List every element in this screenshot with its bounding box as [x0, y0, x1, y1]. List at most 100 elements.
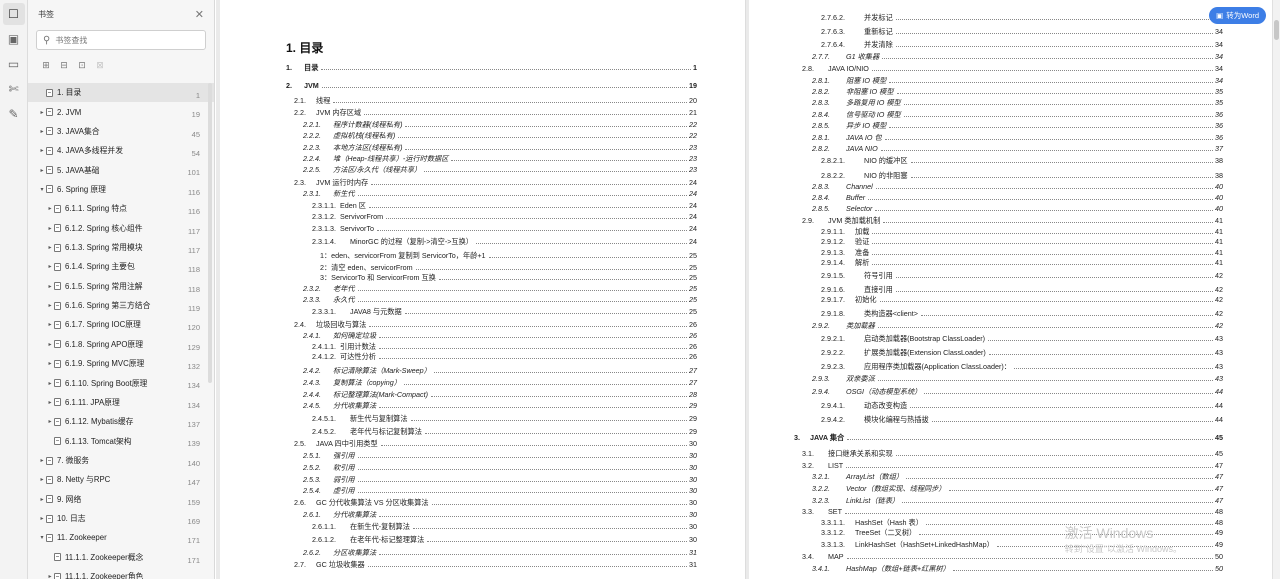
- toc-entry[interactable]: 3：ServicorTo 和 ServicorFrom 互换 25: [320, 272, 697, 282]
- toc-entry[interactable]: 2.8.2. JAVA NIO 37: [812, 143, 1223, 153]
- bookmark-item[interactable]: ▸ 6.1.7. Spring IOC原理 120: [28, 315, 214, 334]
- toc-entry[interactable]: 2.9.2. 类加载器 42: [812, 320, 1223, 330]
- expand-arrow-icon[interactable]: ▸: [38, 496, 46, 503]
- bookmark-item[interactable]: ▸ 6.1.4. Spring 主要包 118: [28, 257, 214, 276]
- toc-entry[interactable]: 2.5.2. 软引用 30: [303, 462, 697, 472]
- scrollbar-thumb[interactable]: [1274, 20, 1279, 40]
- toc-entry[interactable]: 2.4.3. 复制算法（copying） 27: [303, 377, 697, 387]
- toc-entry[interactable]: 2.3.3. 永久代 25: [303, 294, 697, 304]
- bookmark-item[interactable]: ▸ 11.1.1. Zookeeper角色: [28, 567, 214, 579]
- toc-entry[interactable]: 2.2.2. 虚拟机栈(线程私有) 22: [303, 130, 697, 140]
- toc-entry[interactable]: 2.9.1.3. 准备 41: [821, 247, 1223, 257]
- toc-entry[interactable]: 2.8. JAVA IO/NIO 34: [802, 63, 1223, 73]
- toc-entry[interactable]: 2.5.1. 强引用 30: [303, 450, 697, 460]
- bookmark-item[interactable]: ▸ 6.1.2. Spring 核心组件 117: [28, 219, 214, 238]
- toc-entry[interactable]: 2.8.3. 多路复用 IO 模型 35: [812, 97, 1223, 107]
- bookmark-item[interactable]: ▸ 4. JAVA多线程并发 54: [28, 141, 214, 160]
- toc-entry[interactable]: 2.8.1. JAVA IO 包 36: [812, 132, 1223, 142]
- toc-entry[interactable]: 2.8.4. Buffer 40: [812, 192, 1223, 202]
- toc-entry[interactable]: 3.2.3. LinkList（链表） 47: [812, 495, 1223, 505]
- toc-entry[interactable]: 2.8.2.1. NIO 的缓冲区 38: [821, 155, 1223, 165]
- toc-entry[interactable]: 2.8.3. Channel 40: [812, 181, 1223, 191]
- toc-entry[interactable]: 1：eden、servicorFrom 复制到 ServicorTo，年龄+1 2…: [320, 250, 697, 260]
- toc-entry[interactable]: 2.9.1.6. 直接引用 42: [821, 284, 1223, 294]
- bookmark-item[interactable]: ▸ 6.1.9. Spring MVC原理 132: [28, 354, 214, 373]
- expand-arrow-icon[interactable]: ▸: [46, 418, 54, 425]
- toc-entry[interactable]: 2.8.5. 异步 IO 模型 36: [812, 120, 1223, 130]
- expand-arrow-icon[interactable]: ▸: [38, 457, 46, 464]
- toc-entry[interactable]: 2.9.1.2. 验证 41: [821, 236, 1223, 246]
- toc-entry[interactable]: 2.3.3.1. JAVA8 与元数据 25: [312, 306, 697, 316]
- bookmark-item[interactable]: ▸ 6.1.6. Spring 第三方结合 119: [28, 296, 214, 315]
- bookmark-item[interactable]: ▸ 10. 日志 169: [28, 509, 214, 528]
- bookmark-search-input[interactable]: [55, 35, 176, 45]
- toc-entry[interactable]: 3.3. SET 48: [802, 506, 1223, 516]
- expand-arrow-icon[interactable]: ▸: [38, 147, 46, 154]
- bookmark-panel-icon[interactable]: ☐: [2, 3, 25, 25]
- expand-arrow-icon[interactable]: ▸: [46, 244, 54, 251]
- bookmark-item[interactable]: 1. 目录 1: [28, 83, 214, 103]
- collapse-all-icon[interactable]: ⊟: [58, 59, 70, 71]
- signature-icon[interactable]: ✎: [3, 103, 25, 125]
- toc-entry[interactable]: 1. 目录 1: [286, 62, 697, 72]
- toc-entry[interactable]: 2.9.1.4. 解析 41: [821, 257, 1223, 267]
- toc-entry[interactable]: 3.2.2. Vector（数组实现、线程同步） 47: [812, 483, 1223, 493]
- toc-entry[interactable]: 2.9.1.8. 类构造器<client> 42: [821, 308, 1223, 318]
- toc-entry[interactable]: 2.7.6.4. 并发清除 34: [821, 39, 1223, 49]
- vertical-scrollbar[interactable]: [1272, 0, 1280, 579]
- expand-arrow-icon[interactable]: ▸: [46, 573, 54, 579]
- toc-entry[interactable]: 2.8.2.2. NIO 的非阻塞 38: [821, 170, 1223, 180]
- toc-entry[interactable]: 2.7.7. G1 收集器 34: [812, 51, 1223, 61]
- bookmark-scrollbar[interactable]: [208, 83, 212, 383]
- bookmark-item[interactable]: 11.1.1. Zookeeper概念 171: [28, 548, 214, 567]
- toc-entry[interactable]: 2.3.1.2. ServivorFrom 24: [312, 211, 697, 221]
- toc-entry[interactable]: 2.8.4. 信号驱动 IO 模型 36: [812, 109, 1223, 119]
- toc-entry[interactable]: 3.1. 接口继承关系和实现 45: [802, 448, 1223, 458]
- toc-entry[interactable]: 2.3.1. 新生代 24: [303, 188, 697, 198]
- bookmark-item[interactable]: ▸ 6.1.5. Spring 常用注解 118: [28, 277, 214, 296]
- expand-arrow-icon[interactable]: ▸: [46, 341, 54, 348]
- toc-entry[interactable]: 3.2.1. ArrayList（数组） 47: [812, 471, 1223, 481]
- add-bookmark-icon[interactable]: ⊡: [76, 59, 88, 71]
- toc-entry[interactable]: 2.6.1. 分代收集算法 30: [303, 509, 697, 519]
- bookmark-item[interactable]: 6.1.13. Tomcat架构 139: [28, 431, 214, 450]
- bookmark-item[interactable]: ▸ 6.1.12. Mybatis缓存 137: [28, 412, 214, 431]
- toc-entry[interactable]: 2.9. JVM 类加载机制 41: [802, 215, 1223, 225]
- toc-entry[interactable]: 2.4.5. 分代收集算法 29: [303, 400, 697, 410]
- comment-icon[interactable]: ▭: [3, 53, 25, 75]
- toc-entry[interactable]: 2.6.2. 分区收集算法 31: [303, 547, 697, 557]
- toc-entry[interactable]: 2.6. GC 分代收集算法 VS 分区收集算法 30: [294, 497, 697, 507]
- thumbnail-icon[interactable]: ▣: [3, 28, 25, 50]
- attachment-icon[interactable]: ✄: [3, 78, 25, 100]
- toc-entry[interactable]: 2.6.1.1. 在新生代-复制算法 30: [312, 521, 697, 531]
- toc-entry[interactable]: 2.9.2.2. 扩展类加载器(Extension ClassLoader) 43: [821, 347, 1223, 357]
- toc-entry[interactable]: 2.9.4.2. 模块化编程与热插拔 44: [821, 414, 1223, 424]
- toc-entry[interactable]: 2.7. GC 垃圾收集器 31: [294, 559, 697, 569]
- bookmark-item[interactable]: ▸ 5. JAVA基础 101: [28, 160, 214, 179]
- toc-entry[interactable]: 2.9.4.1. 动态改变构造 44: [821, 400, 1223, 410]
- toc-entry[interactable]: 2.3.1.4. MinorGC 的过程（复制->清空->互换） 24: [312, 236, 697, 246]
- toc-entry[interactable]: 2.9.3. 双亲委派 43: [812, 373, 1223, 383]
- expand-arrow-icon[interactable]: ▸: [38, 109, 46, 116]
- toc-entry[interactable]: 2.3.1.3. ServivorTo 24: [312, 223, 697, 233]
- toc-entry[interactable]: 2.7.6.3. 重新标记 34: [821, 26, 1223, 36]
- bookmark-item[interactable]: ▸ 3. JAVA集合 45: [28, 122, 214, 141]
- expand-arrow-icon[interactable]: ▸: [38, 515, 46, 522]
- toc-entry[interactable]: 2.2.1. 程序计数器(线程私有) 22: [303, 119, 697, 129]
- toc-entry[interactable]: 2.5.4. 虚引用 30: [303, 485, 697, 495]
- expand-arrow-icon[interactable]: ▸: [38, 476, 46, 483]
- toc-entry[interactable]: 2.4. 垃圾回收与算法 26: [294, 319, 697, 329]
- expand-arrow-icon[interactable]: ▸: [38, 128, 46, 135]
- expand-arrow-icon[interactable]: ▸: [46, 302, 54, 309]
- toc-entry[interactable]: 2.4.1.2. 可达性分析 26: [312, 351, 697, 361]
- toc-entry[interactable]: 2.8.2. 非阻塞 IO 模型 35: [812, 86, 1223, 96]
- toc-entry[interactable]: 2.5.3. 弱引用 30: [303, 474, 697, 484]
- toc-entry[interactable]: 2.4.4. 标记整理算法(Mark-Compact) 28: [303, 389, 697, 399]
- expand-arrow-icon[interactable]: ▸: [46, 399, 54, 406]
- toc-entry[interactable]: 2.9.2.1. 启动类加载器(Bootstrap ClassLoader) 43: [821, 333, 1223, 343]
- toc-entry[interactable]: 2.3. JVM 运行时内存 24: [294, 177, 697, 187]
- toc-entry[interactable]: 2.6.1.2. 在老年代-标记整理算法 30: [312, 534, 697, 544]
- toc-entry[interactable]: 2.5. JAVA 四中引用类型 30: [294, 438, 697, 448]
- expand-arrow-icon[interactable]: ▸: [46, 321, 54, 328]
- expand-arrow-icon[interactable]: ▸: [46, 283, 54, 290]
